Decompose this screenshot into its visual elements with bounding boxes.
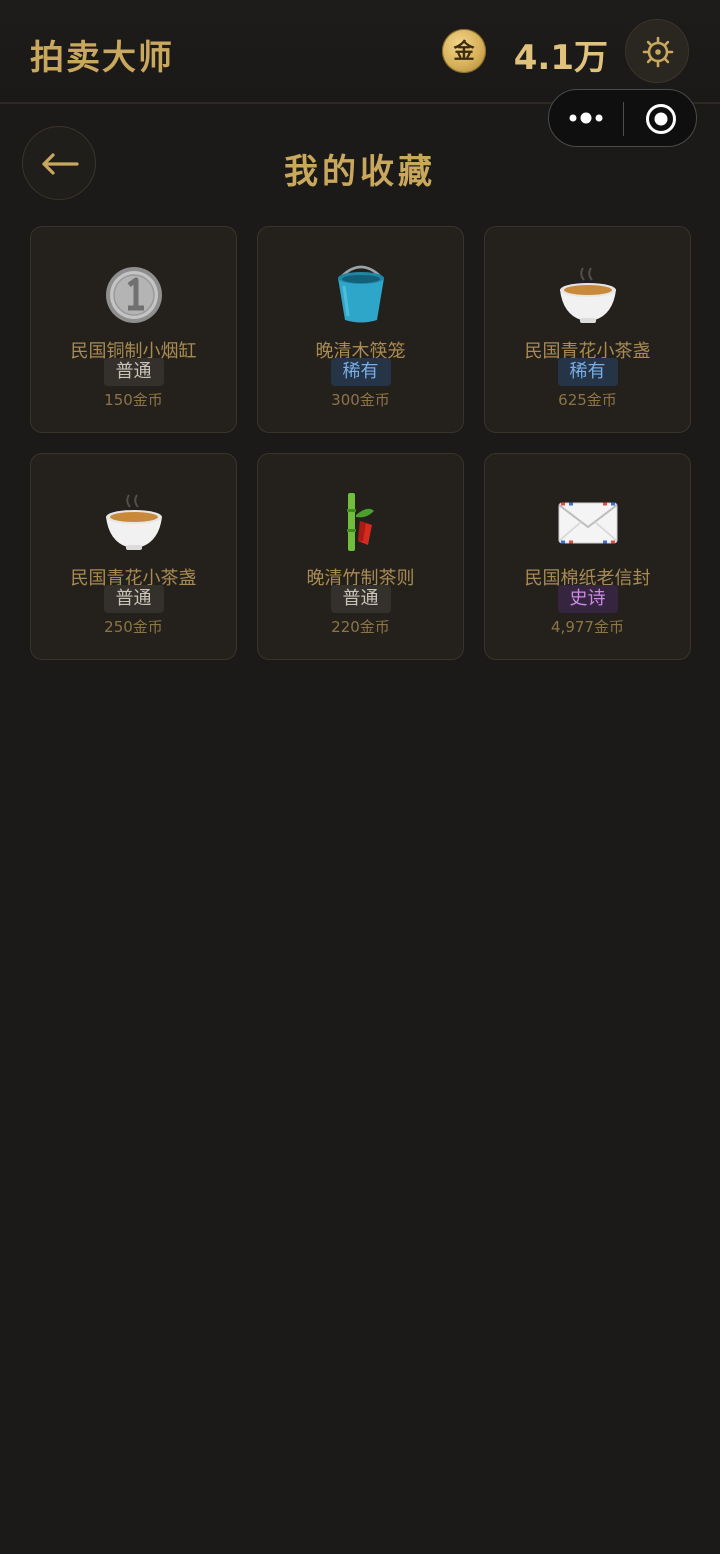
more-options-button[interactable] [549,90,623,146]
item-price: 300金币 [331,391,390,409]
item-icon [31,263,236,327]
bucket-icon [337,265,384,323]
rarity-badge: 普通 [103,585,164,613]
coin-one-icon [105,267,162,323]
collection-grid: 民国铜制小烟缸 普通 150金币 晚清木筷笼 稀有 300金币 民国青花小茶盏 … [30,226,691,660]
collection-item-card[interactable]: 晚清木筷笼 稀有 300金币 [257,226,464,433]
settings-button[interactable] [625,19,689,83]
bamboo-icon [346,493,374,551]
item-icon [485,263,690,327]
rarity-badge: 普通 [103,358,164,386]
item-icon [485,490,690,554]
rarity-badge: 稀有 [330,358,391,386]
item-price: 220金币 [331,618,390,636]
item-icon [258,263,463,327]
collection-item-card[interactable]: 晚清竹制茶则 普通 220金币 [257,453,464,660]
item-price: 625金币 [558,391,617,409]
miniprogram-capsule [548,89,697,147]
collection-item-card[interactable]: 民国棉纸老信封 史诗 4,977金币 [484,453,691,660]
item-price: 4,977金币 [551,618,624,636]
coin-balance: 4.1万 [513,38,608,78]
rarity-badge: 稀有 [557,358,618,386]
close-miniprogram-button[interactable] [624,90,697,146]
item-icon [31,490,236,554]
collection-item-card[interactable]: 民国青花小茶盏 普通 250金币 [30,453,237,660]
teacup-icon [105,494,162,550]
rarity-badge: 普通 [330,585,391,613]
close-circle-icon [646,104,676,134]
gear-icon [642,36,674,68]
app-title: 拍卖大师 [30,38,174,78]
teacup-icon [559,267,616,323]
item-icon [258,490,463,554]
more-dots-icon [569,112,603,124]
gold-coin-icon: 金 [442,29,486,73]
collection-item-card[interactable]: 民国铜制小烟缸 普通 150金币 [30,226,237,433]
rarity-badge: 史诗 [557,585,618,613]
item-price: 250金币 [104,618,163,636]
page-title: 我的收藏 [284,152,436,192]
collection-item-card[interactable]: 民国青花小茶盏 稀有 625金币 [484,226,691,433]
envelope-icon [557,502,618,544]
item-price: 150金币 [104,391,163,409]
